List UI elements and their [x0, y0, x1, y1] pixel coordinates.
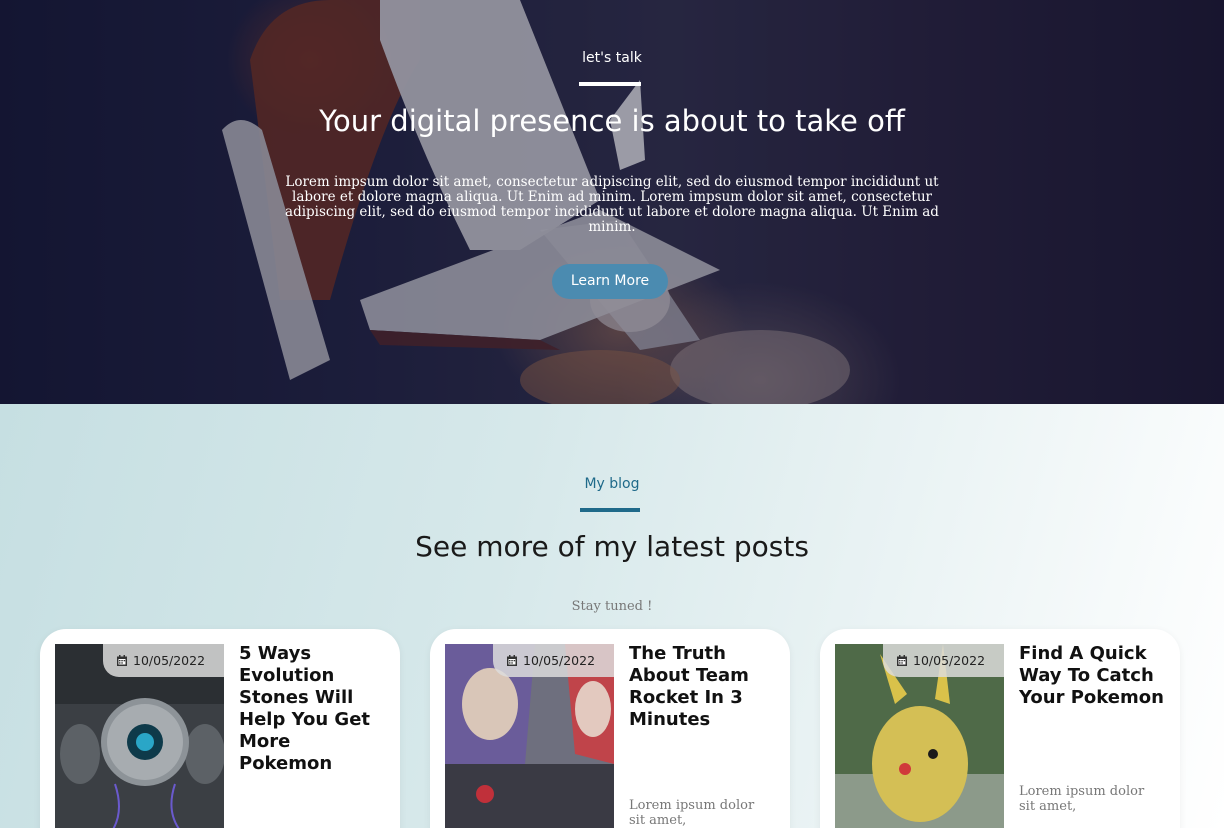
post-date-badge: 10/05/2022: [883, 644, 1004, 677]
blog-card[interactable]: 10/05/2022 5 Ways Evolution Stones Will …: [40, 629, 400, 828]
calendar-icon: [507, 655, 517, 666]
blog-kicker: My blog: [584, 476, 640, 492]
hero-section: let's talk Your digital presence is abou…: [0, 0, 1224, 404]
post-title[interactable]: Find A Quick Way To Catch Your Pokemon: [1019, 643, 1169, 709]
post-image-team-rocket[interactable]: 10/05/2022: [445, 644, 614, 828]
calendar-icon: [117, 655, 127, 666]
post-date: 10/05/2022: [913, 653, 986, 668]
learn-more-button[interactable]: Learn More: [552, 264, 668, 299]
post-title[interactable]: 5 Ways Evolution Stones Will Help You Ge…: [239, 643, 389, 775]
calendar-icon: [897, 655, 907, 666]
post-date-badge: 10/05/2022: [103, 644, 224, 677]
post-excerpt: Lorem ipsum dolor sit amet,: [629, 798, 755, 828]
post-date: 10/05/2022: [523, 653, 596, 668]
post-image-pikachu[interactable]: 10/05/2022: [835, 644, 1004, 828]
blog-card[interactable]: 10/05/2022 Find A Quick Way To Catch You…: [820, 629, 1180, 828]
blog-subtitle: Stay tuned !: [571, 599, 653, 614]
blog-title: See more of my latest posts: [415, 530, 809, 563]
post-image-robot[interactable]: 10/05/2022: [55, 644, 224, 828]
hero-divider: [579, 82, 641, 86]
hero-title: Your digital presence is about to take o…: [319, 104, 905, 138]
blog-divider: [580, 508, 640, 512]
hero-text: Lorem impsum dolor sit amet, consectetur…: [285, 174, 939, 235]
post-title[interactable]: The Truth About Team Rocket In 3 Minutes: [629, 643, 779, 731]
post-date-badge: 10/05/2022: [493, 644, 614, 677]
post-excerpt: Lorem ipsum dolor sit amet,: [1019, 784, 1145, 814]
post-date: 10/05/2022: [133, 653, 206, 668]
blog-section: My blog See more of my latest posts Stay…: [0, 404, 1224, 828]
hero-kicker: let's talk: [582, 50, 642, 66]
blog-card[interactable]: 10/05/2022 The Truth About Team Rocket I…: [430, 629, 790, 828]
